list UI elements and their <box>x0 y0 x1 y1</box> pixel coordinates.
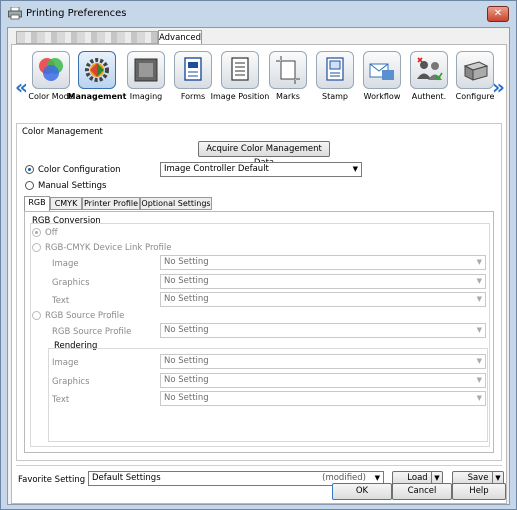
color-mode-icon <box>32 51 70 89</box>
select-value: No Setting <box>164 375 209 385</box>
color-configuration-select[interactable]: Image Controller Default ▼ <box>160 162 362 177</box>
device-link-graphics-label: Graphics <box>52 278 90 288</box>
select-value: No Setting <box>164 356 209 366</box>
tab-cmyk[interactable]: CMYK <box>50 197 82 210</box>
rendering-text-select[interactable]: No Setting ▼ <box>160 391 486 406</box>
color-configuration-value: Image Controller Default <box>164 164 269 174</box>
category-configure[interactable]: Configure <box>454 51 496 109</box>
imaging-icon <box>127 51 165 89</box>
tab-optional-settings[interactable]: Optional Settings <box>140 197 212 210</box>
dialog-client: Advanced « » Color Mode Management Imagi… <box>7 27 510 505</box>
window-title: Printing Preferences <box>26 8 127 19</box>
manual-settings-label: Manual Settings <box>38 181 107 191</box>
source-profile-radio-label: RGB Source Profile <box>45 311 125 321</box>
category-image-position[interactable]: Image Position <box>211 51 269 109</box>
footer-divider <box>16 465 502 466</box>
chevron-down-icon: ▼ <box>476 295 482 303</box>
load-label: Load <box>407 473 428 483</box>
color-configuration-label: Color Configuration <box>38 165 121 175</box>
select-value: No Setting <box>164 325 209 335</box>
rendering-graphics-label: Graphics <box>52 377 90 387</box>
close-icon: ✕ <box>493 8 503 19</box>
marks-icon <box>269 51 307 89</box>
category-forms[interactable]: Forms <box>172 51 214 109</box>
chevron-down-icon: ▼ <box>476 277 482 285</box>
category-management[interactable]: Management <box>68 51 126 109</box>
device-link-text-select[interactable]: No Setting ▼ <box>160 292 486 307</box>
device-link-radio[interactable] <box>32 243 41 252</box>
chevron-down-icon: ▼ <box>476 326 482 334</box>
device-link-image-label: Image <box>52 259 79 269</box>
color-management-heading: Color Management <box>22 127 103 137</box>
configure-icon <box>456 51 494 89</box>
select-value: No Setting <box>164 276 209 286</box>
tab-profile[interactable] <box>16 31 158 44</box>
category-label: Configure <box>455 92 495 101</box>
color-configuration-radio[interactable] <box>25 165 34 174</box>
chevron-down-icon: ▼ <box>476 376 482 384</box>
chevron-down-icon: ▼ <box>476 394 482 402</box>
tab-printer-profile[interactable]: Printer Profile <box>82 197 140 210</box>
category-marks[interactable]: Marks <box>267 51 309 109</box>
tab-advanced[interactable]: Advanced <box>158 30 202 45</box>
tab-rgb[interactable]: RGB <box>24 196 50 211</box>
acquire-color-data-button[interactable]: Acquire Color Management Data <box>198 141 330 168</box>
device-link-label: RGB-CMYK Device Link Profile <box>45 243 172 253</box>
favorite-setting-label: Favorite Setting <box>18 475 86 485</box>
device-link-image-select[interactable]: No Setting ▼ <box>160 255 486 270</box>
rendering-image-select[interactable]: No Setting ▼ <box>160 354 486 369</box>
select-value: No Setting <box>164 294 209 304</box>
ok-button[interactable]: OK <box>332 483 392 500</box>
rendering-graphics-select[interactable]: No Setting ▼ <box>160 373 486 388</box>
off-label: Off <box>45 228 58 238</box>
select-value: No Setting <box>164 257 209 267</box>
off-radio[interactable] <box>32 228 41 237</box>
printer-icon <box>8 7 22 20</box>
source-profile-select[interactable]: No Setting ▼ <box>160 323 486 338</box>
image-position-icon <box>221 51 259 89</box>
authentication-icon <box>410 51 448 89</box>
advanced-panel: « » Color Mode Management Imaging Forms … <box>11 44 507 504</box>
chevron-down-icon: ▼ <box>476 258 482 266</box>
save-label: Save <box>467 473 489 483</box>
title-bar[interactable]: Printing Preferences ✕ <box>1 1 516 27</box>
workflow-icon <box>363 51 401 89</box>
stamp-icon <box>316 51 354 89</box>
category-workflow[interactable]: Workflow <box>361 51 403 109</box>
manual-settings-radio[interactable] <box>25 181 34 190</box>
printing-preferences-window: Printing Preferences ✕ Advanced « » Colo… <box>0 0 517 510</box>
category-stamp[interactable]: Stamp <box>314 51 356 109</box>
device-link-text-label: Text <box>52 296 70 306</box>
chevron-down-icon: ▼ <box>352 165 358 173</box>
forms-icon <box>174 51 212 89</box>
source-profile-radio[interactable] <box>32 311 41 320</box>
source-profile-label: RGB Source Profile <box>52 327 132 337</box>
rendering-image-label: Image <box>52 358 79 368</box>
select-value: No Setting <box>164 393 209 403</box>
cancel-button[interactable]: Cancel <box>392 483 452 500</box>
rendering-text-label: Text <box>52 395 70 405</box>
help-button[interactable]: Help <box>452 483 506 500</box>
management-icon <box>78 51 116 89</box>
favorite-setting-value: Default Settings <box>92 473 161 483</box>
category-imaging[interactable]: Imaging <box>125 51 167 109</box>
device-link-graphics-select[interactable]: No Setting ▼ <box>160 274 486 289</box>
chevron-down-icon: ▼ <box>476 357 482 365</box>
close-button[interactable]: ✕ <box>487 6 509 22</box>
